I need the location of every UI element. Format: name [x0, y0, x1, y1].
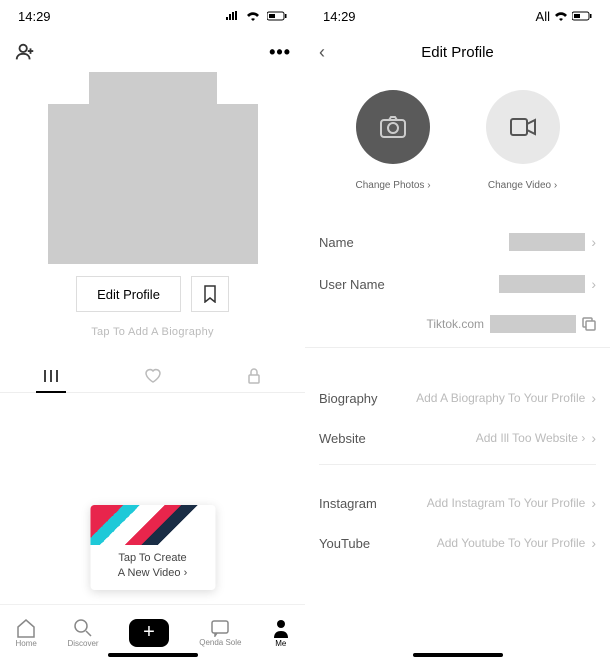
instagram-row[interactable]: Instagram Add Instagram To Your Profile …	[319, 483, 596, 523]
website-value: Add Ill Too Website › ›	[476, 430, 596, 446]
create-line1: Tap To Create	[98, 551, 207, 565]
form-list: Name › User Name ›	[305, 221, 610, 305]
name-value: ›	[509, 233, 596, 251]
nav-discover[interactable]: Discover	[67, 618, 98, 648]
profile-tabs	[0, 360, 305, 393]
profile-header: •••	[0, 32, 305, 72]
youtube-value: Add Youtube To Your Profile ›	[437, 535, 596, 551]
chevron-right-icon: ›	[591, 276, 596, 292]
create-line2: A New Video ›	[98, 566, 207, 580]
biography-value: Add A Biography To Your Profile ›	[416, 390, 596, 406]
website-label: Website	[319, 431, 366, 446]
username-label: User Name	[319, 277, 385, 292]
media-change-row: Change Photos › Change Video ›	[305, 90, 610, 191]
url-placeholder	[490, 315, 576, 333]
create-card-text: Tap To Create A New Video ›	[90, 545, 215, 590]
username-value: ›	[499, 275, 596, 293]
home-indicator	[413, 653, 503, 657]
profile-screen: 14:29 ••• Edit Profile Tap To Add A Biog…	[0, 0, 305, 660]
status-bar: 14:29	[0, 0, 305, 32]
profile-media-placeholder	[48, 104, 258, 264]
username-row[interactable]: User Name ›	[319, 263, 596, 305]
url-prefix: Tiktok.com	[426, 317, 484, 331]
chevron-right-icon: ›	[591, 495, 596, 511]
nav-home-label: Home	[15, 639, 36, 648]
video-circle	[486, 90, 560, 164]
nav-me[interactable]: Me	[272, 618, 290, 648]
create-video-card[interactable]: Tap To Create A New Video ›	[90, 505, 215, 590]
copy-icon[interactable]	[582, 317, 596, 331]
username-placeholder	[499, 275, 585, 293]
name-placeholder	[509, 233, 585, 251]
add-person-icon[interactable]	[14, 41, 36, 63]
tab-private[interactable]	[203, 360, 305, 392]
youtube-label: YouTube	[319, 536, 370, 551]
change-video-label: Change Video ›	[488, 180, 557, 191]
biography-row[interactable]: Biography Add A Biography To Your Profil…	[319, 378, 596, 418]
bio-prompt[interactable]: Tap To Add A Biography	[0, 326, 305, 338]
photo-circle	[356, 90, 430, 164]
status-time: 14:29	[18, 9, 51, 24]
website-row[interactable]: Website Add Ill Too Website › ›	[319, 418, 596, 465]
bookmark-button[interactable]	[191, 276, 229, 312]
bottom-nav: Home Discover + Qenda Sole Me	[0, 604, 305, 660]
edit-profile-button[interactable]: Edit Profile	[76, 276, 181, 312]
name-row[interactable]: Name ›	[319, 221, 596, 263]
more-icon[interactable]: •••	[269, 42, 291, 63]
name-label: Name	[319, 235, 354, 250]
chevron-right-icon: ›	[591, 390, 596, 406]
create-card-art	[90, 505, 215, 545]
profile-actions: Edit Profile	[0, 276, 305, 312]
change-photo-label: Change Photos ›	[355, 180, 430, 191]
page-title: Edit Profile	[319, 44, 596, 61]
nav-add-button[interactable]: +	[129, 619, 169, 647]
profile-banner-placeholder	[89, 72, 217, 104]
nav-home[interactable]: Home	[15, 618, 37, 648]
back-icon[interactable]: ‹	[319, 42, 325, 63]
status-icons: All	[536, 9, 592, 24]
nav-discover-label: Discover	[67, 639, 98, 648]
change-photo-item[interactable]: Change Photos ›	[355, 90, 430, 191]
biography-label: Biography	[319, 391, 378, 406]
status-icons	[222, 11, 287, 21]
tab-liked[interactable]	[102, 360, 204, 392]
edit-header: ‹ Edit Profile	[305, 32, 610, 72]
status-time: 14:29	[323, 9, 356, 24]
home-indicator	[108, 653, 198, 657]
youtube-row[interactable]: YouTube Add Youtube To Your Profile ›	[319, 523, 596, 563]
status-bar: 14:29 All	[305, 0, 610, 32]
chevron-right-icon: ›	[591, 535, 596, 551]
tab-grid[interactable]	[0, 360, 102, 392]
chevron-right-icon: ›	[591, 430, 596, 446]
nav-inbox[interactable]: Qenda Sole	[199, 619, 241, 647]
form-list-2: Biography Add A Biography To Your Profil…	[305, 378, 610, 563]
change-video-item[interactable]: Change Video ›	[486, 90, 560, 191]
nav-inbox-label: Qenda Sole	[199, 638, 241, 647]
profile-url-row[interactable]: Tiktok.com	[305, 305, 610, 348]
status-carrier: All	[536, 9, 550, 24]
instagram-value: Add Instagram To Your Profile ›	[427, 495, 596, 511]
chevron-right-icon: ›	[591, 234, 596, 250]
instagram-label: Instagram	[319, 496, 377, 511]
nav-me-label: Me	[275, 639, 286, 648]
edit-profile-screen: 14:29 All ‹ Edit Profile Change Photos ›…	[305, 0, 610, 660]
